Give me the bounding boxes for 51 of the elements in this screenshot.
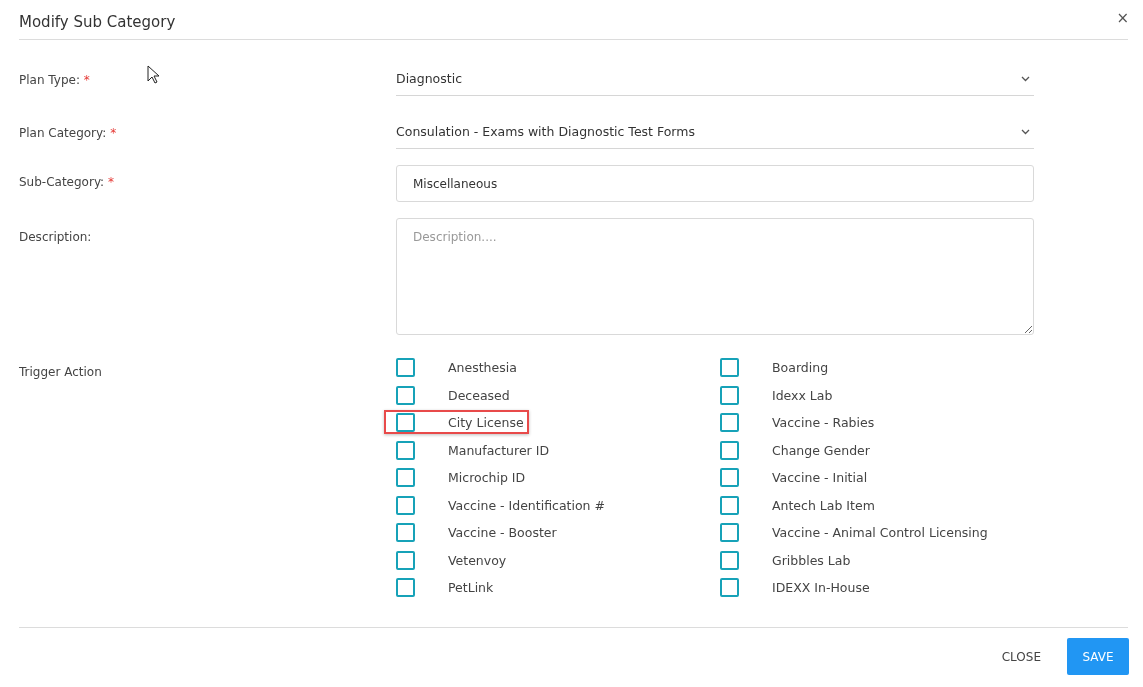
checkbox[interactable] <box>396 578 415 597</box>
checkbox-label: Gribbles Lab <box>772 552 851 568</box>
field-label: Sub-Category: * <box>19 174 114 189</box>
dropdown-field[interactable]: Consulation - Exams with Diagnostic Test Forms <box>396 113 1034 149</box>
checkbox-label: Boarding <box>772 360 829 375</box>
checkbox-label: Anesthesia <box>448 360 517 375</box>
close-button[interactable]: CLOSE <box>1001 638 1041 675</box>
checkbox-label: Change Gender <box>772 442 870 458</box>
checkbox[interactable] <box>720 523 739 542</box>
checkbox[interactable] <box>720 413 739 432</box>
checkbox-label: Vaccine - Animal Control Licensing <box>772 525 988 540</box>
checkbox-label: Idexx Lab <box>772 387 833 403</box>
checkbox-label: Deceased <box>448 387 510 403</box>
text-input-field[interactable]: Miscellaneous <box>396 165 1034 202</box>
chevron-down-icon <box>1021 128 1030 135</box>
checkbox[interactable] <box>396 468 415 487</box>
dialog-title: Modify Sub Category <box>19 13 176 31</box>
checkbox[interactable] <box>396 495 415 515</box>
field-label: Description: <box>19 229 92 244</box>
field-label: Trigger Action <box>19 364 102 379</box>
checkbox[interactable] <box>396 440 415 460</box>
checkbox-label: Vaccine - Rabies <box>772 415 875 430</box>
field-label: Plan Type: * <box>19 72 90 87</box>
checkbox[interactable] <box>396 550 415 570</box>
checkbox[interactable] <box>396 523 415 542</box>
description-field[interactable]: Description.... <box>396 218 1034 335</box>
checkbox-label: Vaccine - Identification # <box>448 497 605 513</box>
checkbox-label: IDEXX In-House <box>772 580 870 595</box>
checkbox-label: Manufacturer ID <box>448 442 550 458</box>
checkbox[interactable] <box>720 358 739 377</box>
checkbox-label: PetLink <box>448 580 494 595</box>
checkbox-label: Microchip ID <box>448 470 526 485</box>
dropdown-field[interactable]: Diagnostic <box>396 60 1034 96</box>
checkbox[interactable] <box>396 385 415 405</box>
checkbox[interactable] <box>720 550 739 570</box>
checkbox[interactable] <box>396 413 415 432</box>
checkbox[interactable] <box>720 385 739 405</box>
field-label: Plan Category: * <box>19 125 117 140</box>
checkbox[interactable] <box>720 495 739 515</box>
checkbox-label: City License <box>448 415 524 430</box>
chevron-down-icon <box>1021 75 1030 82</box>
checkbox[interactable] <box>396 358 415 377</box>
checkbox-label: Vetenvoy <box>448 552 507 568</box>
checkbox-label: Antech Lab Item <box>772 497 875 513</box>
checkbox[interactable] <box>720 578 739 597</box>
checkbox-label: Vaccine - Booster <box>448 525 557 540</box>
checkbox-label: Vaccine - Initial <box>772 470 868 485</box>
checkbox[interactable] <box>720 468 739 487</box>
close-icon[interactable]: × <box>1116 11 1129 26</box>
checkbox[interactable] <box>720 440 739 460</box>
mouse-pointer-icon <box>147 65 160 84</box>
